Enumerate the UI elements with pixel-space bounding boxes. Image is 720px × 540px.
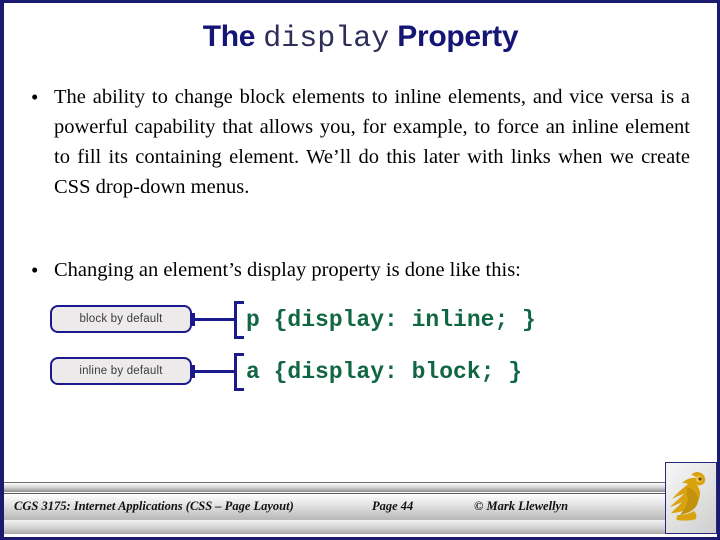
title-part-2: Property: [389, 20, 519, 53]
callout-inline-by-default: inline by default: [50, 357, 192, 385]
footer-band-top: [4, 482, 717, 492]
bullet-marker-icon: •: [31, 85, 39, 109]
footer-band-bottom: [4, 520, 717, 534]
callout-block-by-default: block by default: [50, 305, 192, 333]
callout-label: inline by default: [79, 365, 163, 377]
footer-copyright-label: © Mark Llewellyn: [474, 499, 569, 513]
slide-footer: CGS 3175: Internet Applications (CSS – P…: [4, 462, 717, 537]
code-snippet-2: a {display: block; }: [246, 359, 523, 385]
bullet-text-1: The ability to change block elements to …: [54, 86, 690, 198]
footer-page-number: Page 44: [372, 499, 414, 513]
bullet-row: • The ability to change block elements t…: [28, 82, 690, 202]
connector-line-icon: [192, 370, 236, 373]
diagram-row-1: block by default p {display: inline; }: [4, 301, 717, 345]
title-part-1: The: [202, 20, 264, 53]
diagram-row-2: inline by default a {display: block; }: [4, 353, 717, 397]
title-code-word: display: [263, 22, 390, 56]
page-title: The display Property: [4, 20, 717, 56]
bullet-text-2: Changing an element’s display property i…: [54, 259, 521, 281]
code-bracket-icon: [234, 353, 244, 391]
bullet-item-2: • Changing an element’s display property…: [28, 255, 690, 285]
slide-canvas: The display Property • The ability to ch…: [0, 0, 720, 540]
bullet-marker-icon: •: [31, 258, 39, 282]
bullet-row: • Changing an element’s display property…: [28, 255, 690, 285]
display-property-diagram: block by default p {display: inline; } i…: [4, 299, 717, 399]
code-bracket-icon: [234, 301, 244, 339]
bullet-item-1: • The ability to change block elements t…: [28, 82, 690, 202]
pegasus-icon: [670, 472, 706, 521]
callout-label: block by default: [79, 313, 163, 325]
ucf-pegasus-logo: [665, 462, 717, 534]
code-snippet-1: p {display: inline; }: [246, 307, 536, 333]
connector-line-icon: [192, 318, 236, 321]
footer-course-label: CGS 3175: Internet Applications (CSS – P…: [14, 499, 294, 513]
